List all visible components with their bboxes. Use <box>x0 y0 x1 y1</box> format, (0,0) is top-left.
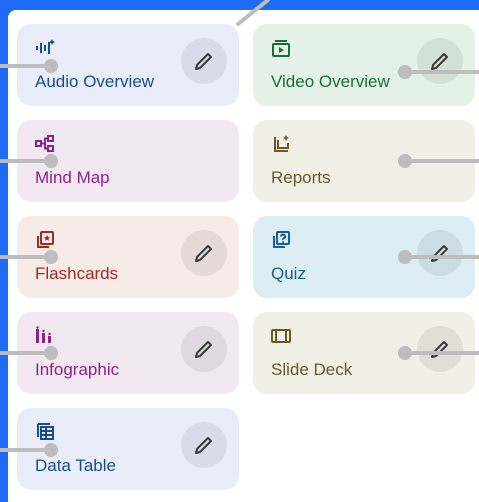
edit-button[interactable] <box>181 38 227 84</box>
card-slide-deck[interactable]: Slide Deck <box>253 312 475 394</box>
pencil-icon <box>431 53 448 70</box>
edit-button[interactable] <box>181 326 227 372</box>
card-audio-overview[interactable]: Audio Overview <box>17 24 239 106</box>
pencil-icon <box>195 245 212 262</box>
pencil-icon <box>431 245 448 262</box>
card-label: Flashcards <box>35 264 119 283</box>
card-flashcards[interactable]: Flashcards <box>17 216 239 298</box>
card-label: Data Table <box>35 456 116 475</box>
slide-deck-icon <box>271 326 291 346</box>
edit-button[interactable] <box>181 422 227 468</box>
data-table-icon <box>35 422 55 442</box>
reports-sparkle-icon <box>271 134 291 154</box>
card-infographic[interactable]: Infographic <box>17 312 239 394</box>
mind-map-icon <box>35 134 55 154</box>
card-video-overview[interactable]: Video Overview <box>253 24 475 106</box>
edit-button[interactable] <box>417 326 463 372</box>
card-reports[interactable]: Reports <box>253 120 475 202</box>
edit-button[interactable] <box>417 230 463 276</box>
pencil-icon <box>195 341 212 358</box>
card-label: Video Overview <box>271 72 390 91</box>
pencil-icon <box>431 341 448 358</box>
quiz-icon <box>271 230 291 250</box>
studio-panel: Audio Overview Video Overview Mind Map R… <box>8 10 479 502</box>
pencil-icon <box>195 437 212 454</box>
pencil-icon <box>195 53 212 70</box>
flashcards-icon <box>35 230 55 250</box>
video-play-icon <box>271 38 291 58</box>
edit-button[interactable] <box>417 38 463 84</box>
card-label: Infographic <box>35 360 120 379</box>
audio-waveform-icon <box>35 38 55 58</box>
card-label: Quiz <box>271 264 306 283</box>
card-label: Audio Overview <box>35 72 155 91</box>
card-mind-map[interactable]: Mind Map <box>17 120 239 202</box>
card-label: Mind Map <box>35 168 110 187</box>
card-data-table[interactable]: Data Table <box>17 408 239 490</box>
card-label: Slide Deck <box>271 360 353 379</box>
card-label: Reports <box>271 168 331 187</box>
edit-button[interactable] <box>181 230 227 276</box>
card-quiz[interactable]: Quiz <box>253 216 475 298</box>
infographic-bars-icon <box>35 326 55 346</box>
